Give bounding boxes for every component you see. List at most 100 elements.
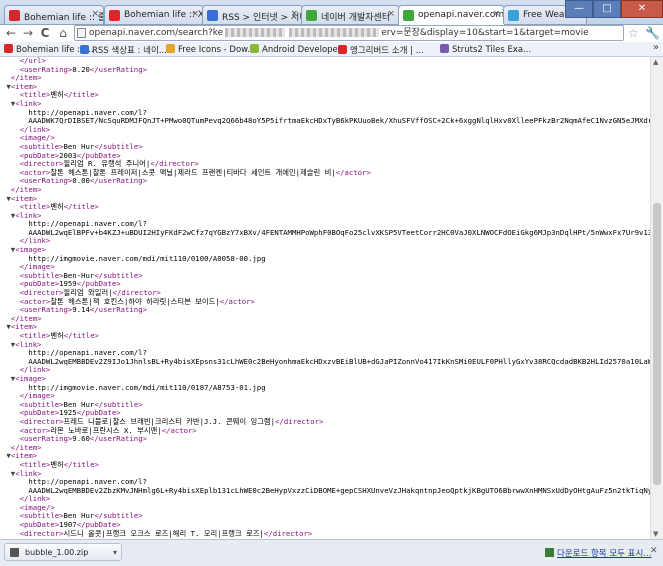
scroll-down-icon[interactable]: ▼: [653, 530, 658, 538]
tab-close-icon[interactable]: ×: [387, 9, 395, 19]
bookmark-favicon-icon: [4, 44, 13, 53]
xml-line: ▼<item>: [2, 194, 650, 204]
tab-close-icon[interactable]: ×: [91, 9, 99, 19]
xml-line: <userRating>8.20</userRating>: [2, 65, 650, 75]
bookmark-item[interactable]: RSS 색상표 : 네이...: [80, 44, 167, 56]
tab-favicon-icon: [403, 10, 414, 21]
window-controls: — □ ✕: [565, 0, 663, 18]
show-all-downloads-link[interactable]: 다운로드 항목 모두 표시...: [545, 547, 651, 559]
page-icon: [77, 28, 86, 38]
xml-text: AAADWL2wqEMBBDEv2ZbzKMvJNHmlg6L+Ry4bisXE…: [28, 485, 650, 495]
tab-close-icon[interactable]: ×: [191, 9, 199, 19]
address-bar[interactable]: openapi.naver.com/search?ke erv=문장&displa…: [74, 25, 624, 41]
xml-line: <userRating>0.00</userRating>: [2, 177, 650, 186]
tab-3[interactable]: 네이버 개발자센터 ×: [301, 5, 400, 24]
maximize-button[interactable]: □: [593, 0, 621, 18]
download-shelf: bubble_1.00.zip ▾ 다운로드 항목 모두 표시... ✕: [0, 539, 663, 566]
vertical-scrollbar[interactable]: ▲ ▼: [650, 57, 663, 539]
bookmark-item[interactable]: Android Developers: [250, 44, 346, 55]
url-text-end: erv=문장&display=10&start=1&target=movie: [381, 28, 589, 38]
xml-line: <title>벤허</title>: [2, 202, 650, 212]
xml-text: 벤허: [50, 459, 64, 469]
tab-2[interactable]: RSS > 인터넷 > 서비 ×: [202, 5, 303, 24]
tab-0[interactable]: Bohemian life :: 줄쓰×: [4, 5, 104, 24]
home-button[interactable]: ⌂: [55, 26, 71, 40]
xml-text: AAADWL2wqElBPFv+b4KZJ+uBDUI2HIyFKdF2wCfz…: [28, 227, 650, 237]
xml-close-tag: </title>: [63, 90, 99, 100]
bookmark-item[interactable]: Struts2 Tiles Exa...: [440, 44, 531, 55]
tab-label: 네이버 개발자센터: [321, 13, 391, 23]
download-filename: bubble_1.00.zip: [25, 548, 89, 557]
tab-close-icon[interactable]: ×: [290, 9, 298, 19]
tab-1[interactable]: Bohemian life :: Xm ×: [104, 5, 204, 24]
xml-line: </link>: [2, 366, 650, 375]
bookmark-favicon-icon: [338, 45, 347, 54]
xml-text: 벤허: [50, 90, 64, 100]
xml-text: 시드니 올콧|프랭크 오크스 로즈|해리 T. 모리|프랭크 로즈|: [63, 528, 264, 538]
xml-text: AAADWK7QrDIBSET/NcSquRDMJFQnJT+PMwo0QTum…: [28, 116, 650, 126]
bookmark-star-icon[interactable]: ☆: [628, 26, 639, 40]
tab-4[interactable]: openapi.naver.com/s ×: [398, 5, 505, 25]
bookmark-label: 앵그리버드 소개 | ...: [350, 46, 424, 56]
xml-line: <title>벤허</title>: [2, 331, 650, 341]
xml-line: AAADWL2wqEMBBDEv2ZbzKMvJNHmlg6L+Ry4bisXE…: [2, 485, 650, 496]
xml-line: <userRating>9.14</userRating>: [2, 305, 650, 315]
bookmark-favicon-icon: [80, 45, 89, 54]
download-item[interactable]: bubble_1.00.zip ▾: [4, 543, 122, 561]
xml-line: <title>벤허</title>: [2, 459, 650, 470]
redacted-region: [289, 28, 380, 37]
xml-line: <title>벤허</title>: [2, 91, 650, 100]
xml-close-tag: </actor>: [219, 296, 255, 306]
close-shelf-button[interactable]: ✕: [650, 546, 658, 556]
tab-favicon-icon: [109, 10, 120, 21]
forward-button[interactable]: →: [20, 26, 36, 40]
xml-close-tag: </title>: [63, 202, 99, 212]
xml-text: 9.14: [72, 305, 90, 315]
bookmark-label: Struts2 Tiles Exa...: [452, 45, 532, 55]
bookmark-item[interactable]: Free Icons - Dow...: [166, 44, 255, 55]
show-all-downloads-label: 다운로드 항목 모두 표시...: [557, 549, 652, 559]
xml-close-tag: </director>: [263, 528, 313, 538]
bookmarks-bar: Bohemian life :: ... RSS 색상표 : 네이... Free …: [0, 42, 663, 57]
bookmark-favicon-icon: [250, 44, 259, 53]
xml-line: <userRating>9.60</userRating>: [2, 434, 650, 444]
toolbar: ← → C ⌂ openapi.naver.com/search?ke erv=문…: [0, 25, 663, 42]
scroll-up-icon[interactable]: ▲: [653, 58, 658, 66]
tab-close-icon[interactable]: ×: [492, 9, 500, 19]
bookmark-item[interactable]: 앵그리버드 소개 | ...: [338, 44, 424, 56]
downloads-icon: [545, 548, 554, 557]
tab-favicon-icon: [207, 10, 218, 21]
xml-line: </item>: [2, 443, 650, 453]
scroll-thumb[interactable]: [653, 203, 661, 485]
bookmarks-overflow-button[interactable]: »: [653, 42, 659, 53]
wrench-menu-icon[interactable]: 🔧: [645, 26, 660, 40]
back-button[interactable]: ←: [3, 26, 19, 40]
xml-line: </link>: [2, 494, 650, 504]
bookmark-label: Android Developers: [262, 45, 346, 55]
xml-text: AAADWL2wqEMBBDEv2Z9IJo1JhnlsBL+Ry4bisXEp…: [28, 356, 650, 366]
reload-button[interactable]: C: [37, 26, 53, 40]
tab-strip: Bohemian life :: 줄쓰×Bohemian life :: Xm×…: [0, 0, 663, 25]
xml-close-tag: </userRating>: [89, 434, 147, 444]
tab-favicon-icon: [9, 10, 20, 21]
close-window-button[interactable]: ✕: [621, 0, 663, 18]
xml-close-tag: </title>: [63, 459, 99, 469]
xml-text: 벤허: [50, 202, 64, 212]
bookmark-label: RSS 색상표 : 네이...: [92, 46, 167, 56]
xml-line: </item>: [2, 185, 650, 195]
bookmark-label: Free Icons - Dow...: [178, 45, 256, 55]
redacted-region: [225, 28, 286, 37]
zip-file-icon: [10, 548, 19, 557]
xml-text: 벤허: [50, 331, 64, 340]
xml-tree: </url> <userRating>8.20</userRating> </i…: [0, 57, 650, 538]
xml-line: ▼<item>: [2, 82, 650, 92]
url-text-start: openapi.naver.com/search?ke: [89, 28, 224, 38]
tab-favicon-icon: [306, 10, 317, 21]
xml-line: </item>: [2, 73, 650, 83]
download-menu-icon[interactable]: ▾: [113, 544, 117, 561]
xml-open-tag: <director>: [19, 528, 64, 538]
xml-text: http://imgmovie.naver.com/mdi/mit110/010…: [28, 253, 266, 263]
xml-close-tag: </userRating>: [89, 305, 147, 315]
minimize-button[interactable]: —: [565, 0, 593, 18]
xml-close-tag: </actor>: [335, 167, 371, 177]
